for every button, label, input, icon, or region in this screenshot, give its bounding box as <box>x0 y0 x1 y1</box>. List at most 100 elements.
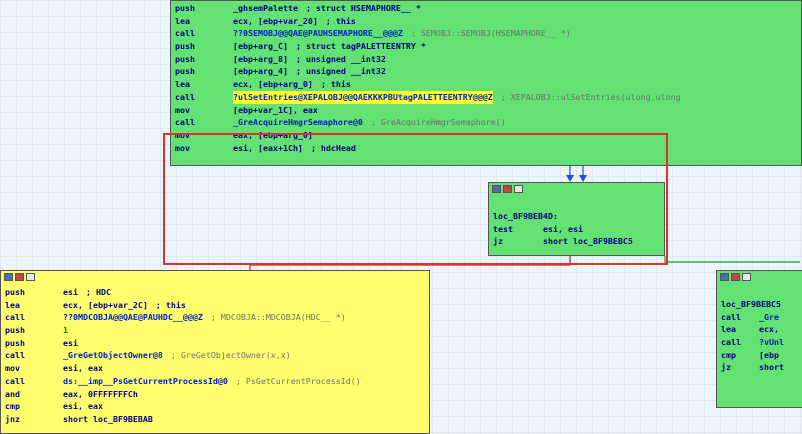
operand[interactable]: [ebp+var_1C], eax <box>233 104 318 117</box>
code-line[interactable]: lea ecx, <box>721 323 802 336</box>
mnemonic: jnz <box>5 413 20 424</box>
mnemonic: call <box>5 312 25 323</box>
mnemonic: lea <box>175 79 190 90</box>
mnemonic: lea <box>175 15 190 26</box>
code-line[interactable]: jnz short loc_BF9BEBAB <box>5 413 429 426</box>
operand[interactable]: [ebp+arg_4] <box>233 65 288 78</box>
code-line[interactable]: call ?ulSetEntries@XEPALOBJ@@QAEKKKPBUtag… <box>175 90 801 104</box>
mnemonic: call <box>5 350 25 361</box>
code-line[interactable]: lea ecx, [ebp+arg_0] ; this <box>175 78 801 91</box>
code-line[interactable]: push [ebp+arg_8] ; unsigned __int32 <box>175 53 801 66</box>
operand[interactable]: short loc_BF9BEBAB <box>63 413 153 426</box>
code-line[interactable]: call _GreAcquireHmgrSemaphore@0 ; GreAcqui… <box>175 116 801 129</box>
code-line[interactable]: cmp [ebp <box>721 349 802 362</box>
block-titlebar <box>717 271 802 284</box>
operand[interactable]: esi, eax <box>63 362 103 375</box>
operand[interactable]: short <box>759 361 784 374</box>
mnemonic: push <box>175 53 195 64</box>
mnemonic: mov <box>175 104 190 115</box>
operand[interactable]: _GreAcquireHmgrSemaphore@0 <box>233 116 363 129</box>
mnemonic: call <box>175 91 195 102</box>
comment: ; PsGetCurrentProcessId() <box>235 375 361 386</box>
operand[interactable]: [ebp+arg_8] <box>233 53 288 66</box>
operand[interactable]: ecx, [ebp+var_20] <box>233 15 318 28</box>
code-line[interactable]: lea ecx, [ebp+var_20] ; this <box>175 15 801 28</box>
operand[interactable]: ??0SEMOBJ@@QAE@PAUHSEMAPHORE__@@@Z <box>233 27 403 40</box>
left-code-block[interactable]: push esi; HDC lea ecx, [ebp+var_2C]; this ca… <box>0 270 430 434</box>
block-label: loc_BF9BEBC5 <box>721 299 781 309</box>
color-icon <box>15 273 24 281</box>
code-line[interactable]: and eax, 0FFFFFFFCh <box>5 388 429 401</box>
comment: ; SEMOBJ::SEMOBJ(HSEMAPHORE__ *) <box>410 28 571 39</box>
mnemonic: jz <box>721 362 731 373</box>
operand[interactable]: ecx, [ebp+var_2C] <box>63 299 148 312</box>
graph-icon <box>720 273 729 281</box>
operand[interactable]: [ebp+arg_C] <box>233 40 288 53</box>
operand[interactable]: _GreGetObjectOwner@8 <box>63 349 163 362</box>
code-line[interactable]: mov esi, eax <box>5 362 429 375</box>
comment: ; GreGetObjectOwner(x,x) <box>170 350 291 361</box>
code-line[interactable]: call ??0MDCOBJA@@QAE@PAUHDC__@@@Z ; MDCOBJ… <box>5 311 429 324</box>
mnemonic: call <box>175 28 195 39</box>
operand[interactable]: 1 <box>63 324 68 337</box>
code-line[interactable]: push _ghsemPalette ; struct HSEMAPHORE__ * <box>175 2 801 15</box>
mnemonic: push <box>5 337 25 348</box>
operand[interactable]: ecx, <box>759 323 779 336</box>
code-line[interactable]: cmp esi, eax <box>5 400 429 413</box>
operand[interactable]: _ghsemPalette <box>233 2 298 15</box>
code-line[interactable]: push [ebp+arg_4] ; unsigned __int32 <box>175 65 801 78</box>
mnemonic: and <box>5 388 20 399</box>
operand[interactable]: ??0MDCOBJA@@QAE@PAUHDC__@@@Z <box>63 311 203 324</box>
comment: ; MDCOBJA::MDCOBJA(HDC__ *) <box>210 312 346 323</box>
code-line[interactable]: call ?vUnl <box>721 336 802 349</box>
mnemonic: call <box>5 375 25 386</box>
code-line[interactable]: push esi <box>5 337 429 350</box>
code-line[interactable]: call ds:__imp__PsGetCurrentProcessId@0 ; P… <box>5 375 429 388</box>
comment: ; this <box>325 15 356 26</box>
operand[interactable]: ecx, [ebp+arg_0] <box>233 78 313 91</box>
mnemonic: call <box>721 337 741 348</box>
mnemonic: push <box>175 66 195 77</box>
operand[interactable]: esi <box>63 337 78 350</box>
mnemonic: cmp <box>5 401 20 412</box>
mnemonic: push <box>175 3 195 13</box>
code-line[interactable]: push esi ; HDC <box>5 286 429 299</box>
mnemonic: lea <box>5 299 20 310</box>
mnemonic: push <box>175 41 195 52</box>
operand[interactable]: ds:__imp__PsGetCurrentProcessId@0 <box>63 375 228 388</box>
operand[interactable]: ?vUnl <box>759 336 784 349</box>
operand[interactable]: [ebp <box>759 349 779 362</box>
comment: ; struct HSEMAPHORE__ * <box>305 3 421 13</box>
comment: ; XEPALOBJ::ulSetEntries(ulong,ulong <box>500 91 681 102</box>
mnemonic: call <box>175 117 195 128</box>
code-line[interactable]: push 1 <box>5 324 429 337</box>
operand[interactable]: esi <box>63 286 78 299</box>
comment: ; this <box>155 299 186 310</box>
comment: ; unsigned __int32 <box>295 53 386 64</box>
edge-mid-to-right <box>664 256 800 263</box>
comment: ; this <box>320 79 351 90</box>
operand[interactable]: eax, 0FFFFFFFCh <box>63 388 138 401</box>
code-line[interactable]: jz short <box>721 361 802 374</box>
window-icon <box>26 273 35 281</box>
operand[interactable]: esi, eax <box>63 400 103 413</box>
code-line[interactable]: call ??0SEMOBJ@@QAE@PAUHSEMAPHORE__@@@Z ; … <box>175 27 801 40</box>
code-line[interactable]: call _Gre <box>721 311 802 324</box>
mnemonic: lea <box>721 324 736 335</box>
mnemonic: mov <box>5 363 20 374</box>
highlight-box <box>163 133 668 265</box>
operand[interactable]: ?ulSetEntries@XEPALOBJ@@QAEKKKPBUtagPALE… <box>233 90 493 104</box>
right-code-block[interactable]: loc_BF9BEBC5 call _Gre lea ecx, call ?vUnl cmp… <box>716 270 802 408</box>
code-line[interactable]: mov [ebp+var_1C], eax <box>175 104 801 117</box>
comment: ; unsigned __int32 <box>295 66 386 77</box>
code-line[interactable]: lea ecx, [ebp+var_2C] ; this <box>5 299 429 312</box>
code-line[interactable]: push [ebp+arg_C] ; struct tagPALETTEENTRY … <box>175 40 801 53</box>
block-titlebar <box>1 271 429 284</box>
operand[interactable]: _Gre <box>759 311 779 324</box>
mnemonic: call <box>721 311 741 322</box>
color-icon <box>731 273 740 281</box>
mnemonic: push <box>5 287 25 297</box>
mnemonic: push <box>5 325 25 336</box>
code-line[interactable]: call _GreGetObjectOwner@8 ; GreGetObjectOw… <box>5 349 429 362</box>
mnemonic: cmp <box>721 349 736 360</box>
